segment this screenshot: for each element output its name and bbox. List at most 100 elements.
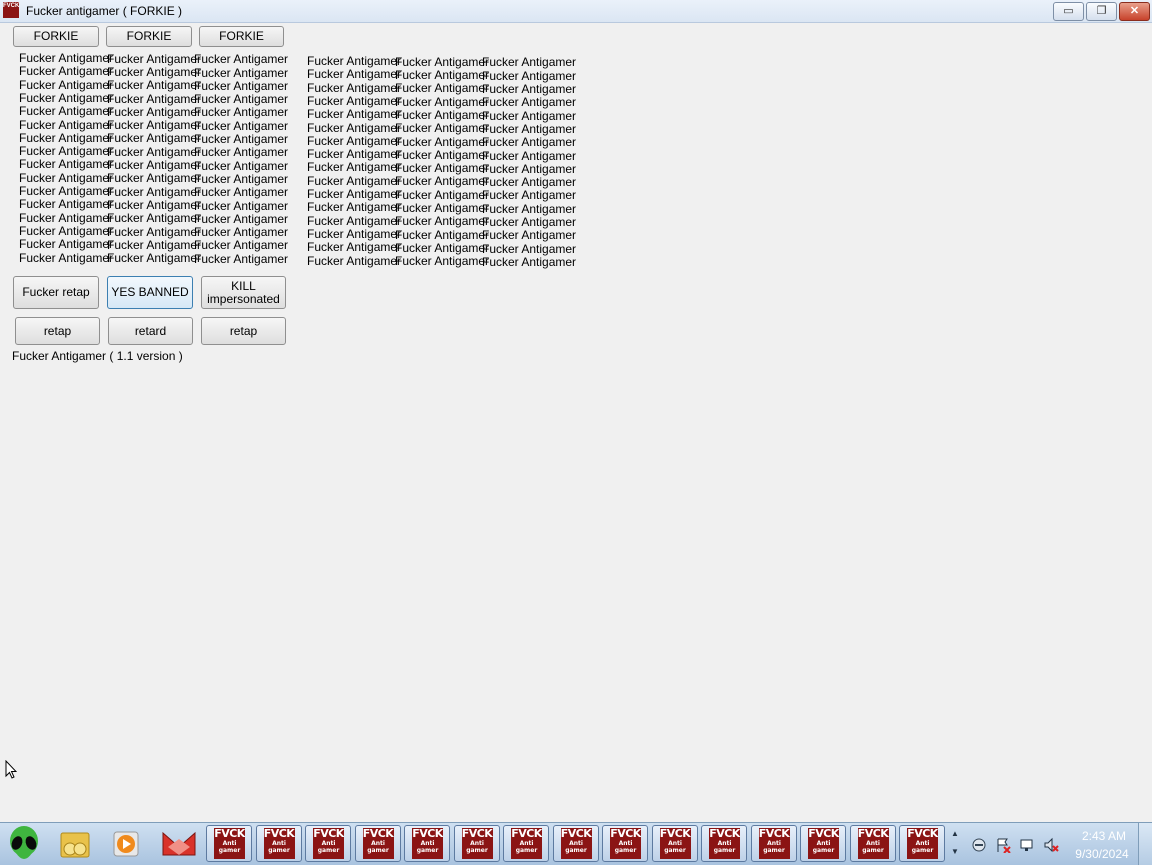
antigamer-label: Fucker Antigamer	[194, 145, 289, 159]
media-player-icon[interactable]	[110, 827, 144, 861]
forkie-button-1[interactable]: FORKIE	[13, 26, 99, 47]
libraries-folder-icon[interactable]	[58, 827, 92, 861]
antigamer-label: Fucker Antigamer	[482, 255, 577, 269]
app-tile-text: gamer	[317, 847, 340, 854]
app-tile-text: FVCK	[362, 828, 394, 840]
retard-button[interactable]: retard	[108, 317, 193, 345]
antigamer-app-icon: FVCK Anti gamer	[808, 828, 839, 859]
antigamer-label: Fucker Antigamer	[482, 188, 577, 202]
taskbar-antigamer-app-button[interactable]: FVCK Anti gamer	[305, 825, 351, 862]
antigamer-app-icon: FVCK Anti gamer	[610, 828, 641, 859]
antigamer-label: Fucker Antigamer	[107, 211, 202, 225]
app-tile-text: Anti	[767, 840, 781, 847]
fucker-retap-button[interactable]: Fucker retap	[13, 276, 99, 309]
antigamer-label: Fucker Antigamer	[482, 228, 577, 242]
app-tile-text: Anti	[816, 840, 831, 847]
taskbar-antigamer-app-button[interactable]: FVCK Anti gamer	[701, 825, 747, 862]
taskbar-antigamer-app-button[interactable]: FVCK Anti gamer	[453, 825, 500, 862]
app-tile-text: Anti	[272, 840, 286, 847]
app-tile-text: gamer	[565, 847, 587, 854]
antigamer-label: Fucker Antigamer	[307, 254, 402, 268]
taskbar-antigamer-app-button[interactable]: FVCK Anti gamer	[354, 825, 401, 862]
app-tile-text: gamer	[614, 847, 637, 854]
app-tile-text: gamer	[515, 847, 538, 854]
app-tile-text: FVCK	[659, 828, 691, 840]
taskbar-antigamer-app-button[interactable]: FVCK Anti gamer	[899, 825, 945, 862]
clock-time[interactable]: 2:43 AM	[1076, 829, 1132, 843]
app-tile-text: gamer	[911, 847, 934, 854]
taskbar-antigamer-app-button[interactable]: FVCK Anti gamer	[602, 825, 648, 862]
close-button[interactable]: ✕	[1119, 2, 1150, 21]
antigamer-app-icon: FVCK Anti gamer	[560, 828, 592, 859]
app-tile-text: Anti	[420, 840, 435, 847]
window-title: Fucker antigamer ( FORKIE )	[26, 4, 183, 18]
antigamer-app-icon: FVCK Anti gamer	[412, 828, 443, 859]
firewall-app-icon[interactable]	[160, 827, 198, 861]
taskbar-antigamer-app-button[interactable]: FVCK Anti gamer	[800, 825, 846, 862]
forkie-button-3[interactable]: FORKIE	[199, 26, 284, 47]
title-bar: FVCK Fucker antigamer ( FORKIE ) ▭ ❐ ✕	[0, 0, 1152, 23]
tray-notification-icon[interactable]	[971, 837, 987, 853]
app-tile-text: gamer	[268, 847, 290, 854]
app-tile-text: FVCK	[313, 828, 344, 840]
app-tile-text: Anti	[668, 840, 682, 847]
antigamer-label: Fucker Antigamer	[395, 81, 490, 95]
antigamer-label: Fucker Antigamer	[194, 238, 289, 252]
forkie-button-2[interactable]: FORKIE	[106, 26, 192, 47]
volume-muted-icon[interactable]	[1043, 837, 1059, 853]
antigamer-label: Fucker Antigamer	[395, 174, 490, 188]
scroll-down-icon[interactable]: ▼	[951, 847, 959, 856]
show-desktop-button[interactable]	[1138, 823, 1152, 865]
app-tile-text: Anti	[717, 840, 732, 847]
clock-date[interactable]: 9/30/2024	[1070, 847, 1134, 861]
taskbar-antigamer-app-button[interactable]: FVCK Anti gamer	[651, 825, 698, 862]
version-label: Fucker Antigamer ( 1.1 version )	[12, 349, 183, 363]
app-tile-text: FVCK	[560, 828, 592, 840]
mouse-cursor-icon	[5, 760, 17, 779]
app-tile-text: FVCK	[511, 828, 542, 840]
app-tile-text: Anti	[618, 840, 633, 847]
app-tile-text: Anti	[569, 840, 583, 847]
antigamer-app-icon: FVCK Anti gamer	[709, 828, 740, 859]
taskbar-antigamer-app-button[interactable]: FVCK Anti gamer	[404, 825, 450, 862]
antigamer-label: Fucker Antigamer	[307, 107, 402, 121]
app-tile-text: gamer	[367, 847, 389, 854]
minimize-button[interactable]: ▭	[1053, 2, 1084, 21]
taskbar-antigamer-app-button[interactable]: FVCK Anti gamer	[552, 825, 599, 862]
antigamer-label: Fucker Antigamer	[19, 237, 114, 251]
taskbar-antigamer-app-button[interactable]: FVCK Anti gamer	[750, 825, 797, 862]
antigamer-label: Fucker Antigamer	[194, 185, 289, 199]
yes-banned-button[interactable]: YES BANNED	[107, 276, 193, 309]
app-tile-text: Anti	[519, 840, 534, 847]
antigamer-app-icon: FVCK Anti gamer	[907, 828, 938, 859]
antigamer-label: Fucker Antigamer	[482, 55, 577, 69]
taskbar-antigamer-app-button[interactable]: FVCK Anti gamer	[503, 825, 549, 862]
app-tile-text: FVCK	[709, 828, 740, 840]
antigamer-app-icon: FVCK Anti gamer	[659, 828, 691, 859]
taskbar-antigamer-app-button[interactable]: FVCK Anti gamer	[849, 825, 896, 862]
app-tile-text: gamer	[466, 847, 488, 854]
antigamer-label: Fucker Antigamer	[395, 214, 490, 228]
antigamer-app-icon: FVCK Anti gamer	[362, 828, 394, 859]
antigamer-app-icon: FVCK Anti gamer	[313, 828, 344, 859]
maximize-button[interactable]: ❐	[1086, 2, 1117, 21]
app-tile-text: Anti	[915, 840, 930, 847]
network-icon[interactable]	[1019, 837, 1035, 853]
antigamer-label: Fucker Antigamer	[307, 200, 402, 214]
retap-button-2[interactable]: retap	[201, 317, 286, 345]
taskbar-antigamer-app-button[interactable]: FVCK Anti gamer	[255, 825, 302, 862]
kill-impersonated-button[interactable]: KILL impersonated	[201, 276, 286, 309]
taskbar-antigamer-app-button[interactable]: FVCK Anti gamer	[206, 825, 252, 862]
antigamer-label: Fucker Antigamer	[395, 254, 490, 268]
antigamer-label: Fucker Antigamer	[194, 52, 289, 66]
taskbar-scroll[interactable]: ▲ ▼	[948, 825, 962, 863]
alien-start-icon[interactable]	[6, 825, 42, 863]
retap-button-1[interactable]: retap	[15, 317, 100, 345]
action-center-flag-icon[interactable]	[995, 837, 1011, 853]
app-tile-text: gamer	[763, 847, 785, 854]
antigamer-app-icon: FVCK Anti gamer	[263, 828, 295, 859]
app-icon[interactable]: FVCK	[3, 2, 19, 18]
app-tile-text: gamer	[664, 847, 686, 854]
app-tile-text: FVCK	[412, 828, 443, 840]
scroll-up-icon[interactable]: ▲	[951, 829, 959, 838]
